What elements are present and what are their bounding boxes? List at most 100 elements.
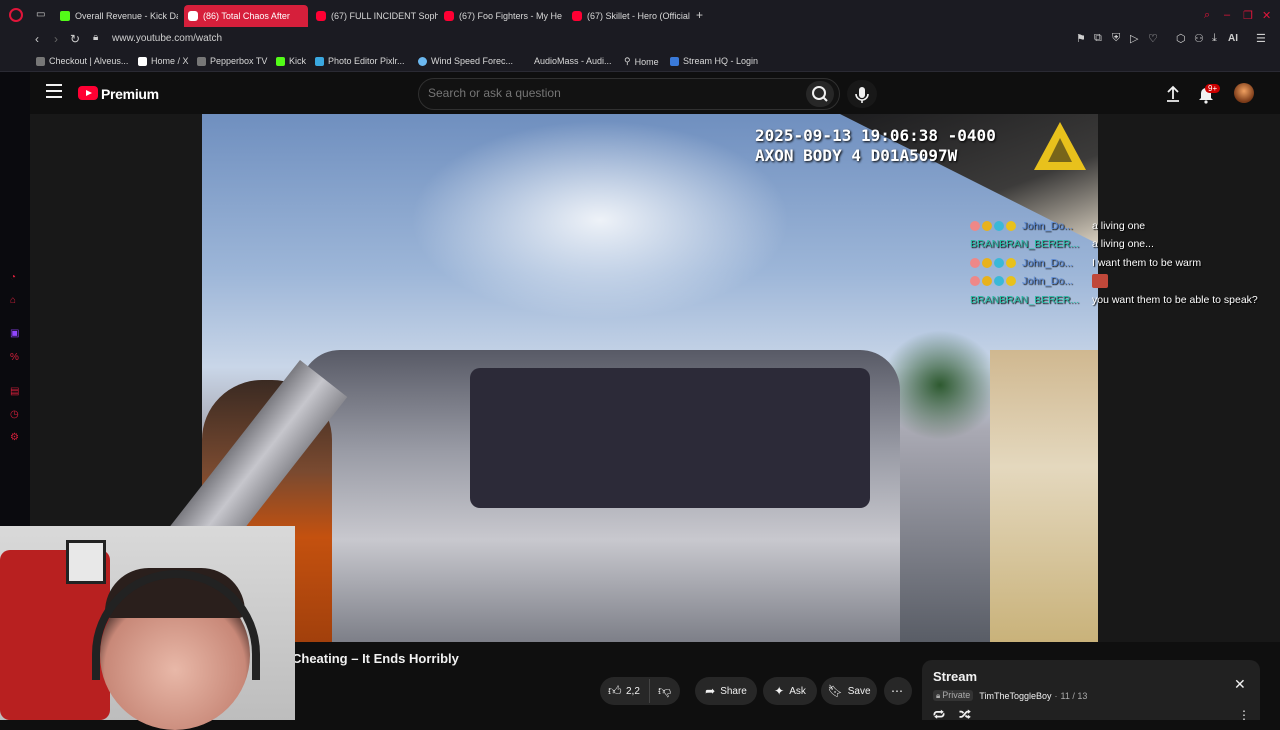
aria-icon[interactable]: ◔ [10, 272, 16, 283]
bookmark-item[interactable]: Pepperbox TV [197, 56, 267, 66]
video-frame-gas-station [990, 350, 1098, 642]
heart-icon[interactable]: ♡ [1148, 32, 1158, 45]
avatar[interactable] [1234, 83, 1254, 103]
dislike-button[interactable]: 👎︎ [658, 683, 671, 699]
chat-username[interactable]: BRANBRAN_BERER... [970, 294, 1079, 306]
tab-kick-revenue[interactable]: Overall Revenue - Kick Da [56, 5, 178, 27]
kick-icon [60, 11, 70, 21]
minimize-icon[interactable]: – [1224, 9, 1230, 21]
playlist-owner[interactable]: TimTheToggleBoy [979, 691, 1051, 701]
share-button[interactable]: ➦ Share [695, 677, 757, 705]
messenger-icon[interactable]: ⌂ [10, 295, 16, 306]
extensions-icon[interactable]: ⬡ [1176, 32, 1186, 45]
coin-icon [1006, 258, 1016, 268]
chat-badges [970, 276, 1018, 286]
tab-label: (67) Skillet - Hero (Official [587, 11, 690, 21]
bookmark-item[interactable]: Kick [276, 56, 306, 66]
bookmark-item[interactable]: Checkout | Alveus... [36, 56, 128, 66]
bookmark-favicon-icon [36, 56, 45, 66]
pinboard-icon[interactable]: ▤ [10, 386, 19, 397]
search-icon [812, 86, 828, 102]
close-icon[interactable]: ✕ [1234, 676, 1246, 693]
youtube-premium-label[interactable]: Premium [101, 86, 159, 102]
tab-foo-fighters[interactable]: (67) Foo Fighters - My Her [440, 5, 562, 27]
search-tabs-icon[interactable]: ⌕ [1204, 9, 1210, 22]
notification-count-badge: 9+ [1205, 84, 1221, 93]
pixlr-icon [315, 56, 324, 66]
bookmark-page-icon[interactable]: ⚑ [1076, 32, 1086, 45]
history-icon[interactable]: ◷ [10, 409, 19, 420]
chat-username[interactable]: BRANBRAN_BERER... [970, 238, 1079, 250]
bookmark-label: Home / X [151, 56, 189, 66]
ask-button[interactable]: ✦ Ask [763, 677, 817, 705]
bookmark-label: Photo Editor Pixlr... [328, 56, 405, 66]
ask-label: Ask [789, 685, 806, 697]
profile-icon[interactable]: ⚇ [1194, 32, 1204, 45]
bookmark-item[interactable]: Wind Speed Forec... [418, 56, 513, 66]
bookmark-item[interactable]: AudioMass - Audi... [534, 56, 612, 66]
adblock-shield-icon[interactable]: ⛨ [1112, 32, 1120, 45]
loop-icon[interactable]: 🔁︎ [933, 707, 945, 724]
percent-icon[interactable]: % [10, 352, 19, 363]
maximize-icon[interactable]: ❐ [1243, 9, 1253, 22]
download-icon[interactable]: ⤓ [1212, 32, 1217, 45]
like-button[interactable]: 👍︎ [608, 683, 622, 699]
save-button[interactable]: 🔖︎ Save [821, 677, 877, 705]
bookmark-item[interactable]: ⚲ Home [624, 56, 659, 67]
voice-search-button[interactable] [847, 80, 877, 108]
chat-text: you want them to be able to speak? [1092, 294, 1258, 306]
youtube-icon [444, 11, 454, 21]
bookmark-label: Wind Speed Forec... [431, 56, 514, 66]
tab-islands-icon[interactable]: ▭ [36, 9, 45, 20]
aria-ai-button[interactable]: AI [1228, 33, 1238, 44]
windy-icon [418, 56, 427, 66]
forward-icon[interactable]: › [54, 32, 58, 46]
new-tab-button[interactable]: + [696, 8, 703, 22]
bookmark-item[interactable]: Photo Editor Pixlr... [315, 56, 405, 66]
bookmark-item[interactable]: Stream HQ - Login [670, 56, 758, 66]
bookmark-label: Checkout | Alveus... [49, 56, 129, 66]
tab-full-incident[interactable]: (67) FULL INCIDENT Soph [312, 5, 438, 27]
chat-message: BRANBRAN_BERER... [970, 294, 1079, 306]
back-icon[interactable]: ‹ [35, 32, 39, 46]
privacy-label: Private [942, 690, 971, 700]
close-window-icon[interactable]: ✕ [1262, 9, 1271, 22]
badge-icon [994, 258, 1004, 268]
lock-icon[interactable]: 🔒︎ [93, 32, 98, 43]
audio-playing-icon [188, 11, 198, 21]
reload-icon[interactable]: ↻ [70, 32, 80, 46]
crown-icon [982, 258, 992, 268]
chat-username[interactable]: John_Do... [1022, 275, 1073, 287]
youtube-logo-icon[interactable] [78, 86, 98, 100]
more-horizontal-icon: ⋯ [891, 684, 903, 698]
chat-username[interactable]: John_Do... [1022, 220, 1073, 232]
search-input[interactable] [428, 86, 788, 100]
video-frame-sky [410, 120, 790, 320]
hamburger-menu-icon[interactable] [46, 84, 62, 98]
bookmark-favicon-icon [197, 56, 206, 66]
playlist-title[interactable]: Stream [933, 669, 977, 684]
url-field[interactable]: www.youtube.com/watch [112, 33, 222, 44]
player-icon[interactable]: ▷ [1130, 32, 1138, 45]
shuffle-icon[interactable]: 🔀︎ [959, 707, 971, 724]
chat-username[interactable]: John_Do... [1022, 257, 1073, 269]
tab-total-chaos[interactable]: (86) Total Chaos After [184, 5, 308, 27]
axon-logo-icon [1034, 122, 1086, 170]
twitch-icon[interactable]: ▣ [10, 328, 19, 339]
youtube-icon [316, 11, 326, 21]
opera-logo-icon[interactable] [9, 8, 23, 22]
more-actions-button[interactable]: ⋯ [884, 677, 912, 705]
bookmark-item[interactable]: Home / X [138, 56, 189, 66]
snapshot-icon[interactable]: ⧉ [1094, 32, 1102, 45]
tab-skillet-hero[interactable]: (67) Skillet - Hero (Official [568, 5, 690, 27]
upload-icon[interactable] [1163, 84, 1183, 104]
settings-icon[interactable]: ⚙ [10, 432, 19, 443]
tab-label: (67) Foo Fighters - My Her [459, 11, 562, 21]
search-button[interactable] [806, 81, 834, 107]
microphone-icon [855, 87, 869, 103]
chat-message: John_Do... [970, 275, 1073, 287]
bodycam-overlay-text: 2025-09-13 19:06:38 -0400 AXON BODY 4 D0… [755, 126, 996, 165]
easy-setup-icon[interactable]: ☰ [1256, 32, 1266, 45]
tab-label: (67) FULL INCIDENT Soph [331, 11, 438, 21]
webcam-picture-frame [66, 540, 106, 584]
